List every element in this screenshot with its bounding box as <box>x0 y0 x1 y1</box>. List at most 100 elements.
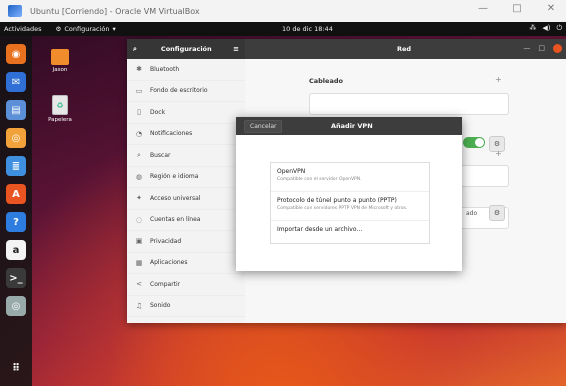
dialog-title: Añadir VPN <box>331 122 373 130</box>
panel-title: Red <box>397 45 412 53</box>
vpn-option-import-file[interactable]: Importar desde un archivo… <box>271 221 429 243</box>
sidebar-item-accessibility[interactable]: ✦ Acceso universal <box>127 188 245 210</box>
settings-headerbar: ⌕ Configuración ≡ Red — □ <box>127 39 566 59</box>
desktop-folder-jason[interactable]: Jason <box>40 49 80 73</box>
dock: ◉ ✉ ▤ ◎ ≣ A? a >_ ◎ ⠿ <box>0 36 32 386</box>
minimize-button[interactable]: — <box>523 44 530 53</box>
sidebar-item-label: Acceso universal <box>150 194 201 202</box>
close-button[interactable] <box>553 44 562 53</box>
sidebar-item-label: Compartir <box>150 280 181 288</box>
vpn-option-pptp[interactable]: Protocolo de túnel punto a punto (PPTP) … <box>271 192 429 221</box>
chevron-down-icon: ▾ <box>112 25 116 33</box>
proxy-state-text: ado <box>466 210 478 217</box>
region-icon: ◍ <box>135 172 143 181</box>
accessibility-icon: ✦ <box>136 194 142 203</box>
software-center-icon[interactable]: A <box>6 184 26 204</box>
files-icon[interactable]: ▤ <box>6 100 26 120</box>
thunderbird-icon[interactable]: ✉ <box>6 72 26 92</box>
cancel-button[interactable]: Cancelar <box>244 119 283 133</box>
sidebar-item-label: Fondo de escritorio <box>150 87 208 95</box>
sidebar-item-privacy[interactable]: ▣ Privacidad <box>127 231 245 253</box>
activities-button[interactable]: Actividades <box>4 25 42 33</box>
sidebar-item-share[interactable]: < Compartir <box>127 274 245 296</box>
online-accounts-icon: ◌ <box>135 215 143 224</box>
sidebar-item-label: Bluetooth <box>150 65 180 73</box>
wired-section-title: Cableado <box>309 77 343 85</box>
app-menu[interactable]: ⚙ Configuración ▾ <box>56 25 116 33</box>
close-button[interactable]: ✕ <box>542 3 560 14</box>
maximize-button[interactable]: □ <box>538 44 545 53</box>
power-icon[interactable]: ⏻ <box>556 24 562 33</box>
sidebar-item-background[interactable]: ▭ Fondo de escritorio <box>127 81 245 102</box>
vpn-option-openvpn[interactable]: OpenVPN Compatible con el servidor OpenV… <box>271 163 429 192</box>
sidebar-item-label: Buscar <box>150 151 171 159</box>
folder-icon <box>51 49 69 65</box>
terminal-icon[interactable]: >_ <box>6 268 26 288</box>
maximize-button[interactable]: □ <box>508 3 526 14</box>
virtualbox-titlebar: Ubuntu [Corriendo] - Oracle VM VirtualBo… <box>0 0 566 23</box>
gnome-top-bar: Actividades ⚙ Configuración ▾ 10 de dic … <box>0 22 566 36</box>
desktop-trash[interactable]: ♻ Papelera <box>40 95 80 123</box>
sound-icon: ♫ <box>135 301 143 310</box>
show-applications-icon[interactable]: ⠿ <box>6 358 26 378</box>
desktop-icon-label: Papelera <box>48 117 72 123</box>
clock[interactable]: 10 de dic 18:44 <box>282 25 333 33</box>
option-title: Protocolo de túnel punto a punto (PPTP) <box>277 197 397 204</box>
virtualbox-window-title: Ubuntu [Corriendo] - Oracle VM VirtualBo… <box>30 6 200 16</box>
sidebar-item-label: Privacidad <box>150 237 182 245</box>
add-vpn-button[interactable]: + <box>495 149 502 158</box>
sidebar-item-applications[interactable]: ▦ Aplicaciones <box>127 253 245 274</box>
app-menu-label: Configuración <box>64 25 110 33</box>
system-tray[interactable]: ⁂ ◀) ⏻ <box>529 24 562 33</box>
sidebar-item-label: Cuentas en línea <box>150 216 201 224</box>
rhythmbox-icon[interactable]: ◎ <box>6 128 26 148</box>
applications-icon: ▦ <box>135 258 143 267</box>
virtualbox-logo-icon <box>8 5 22 17</box>
wired-toggle[interactable] <box>463 137 485 148</box>
trash-icon: ♻ <box>52 95 68 115</box>
privacy-icon: ▣ <box>135 237 143 246</box>
proxy-settings-gear-icon[interactable]: ⚙ <box>489 205 505 221</box>
network-icon[interactable]: ⁂ <box>529 24 536 33</box>
vpn-options-list: OpenVPN Compatible con el servidor OpenV… <box>270 162 430 244</box>
sidebar-item-label: Aplicaciones <box>150 259 188 267</box>
notifications-icon: ◔ <box>135 129 143 138</box>
share-icon: < <box>136 280 142 289</box>
search-icon[interactable]: ⌕ <box>133 45 137 54</box>
sidebar-item-sound[interactable]: ♫ Sonido <box>127 296 245 317</box>
sidebar-item-label: Sonido <box>150 302 171 310</box>
sidebar-item-search[interactable]: ⌕ Buscar <box>127 145 245 167</box>
settings-sidebar: ✱ Bluetooth ▭ Fondo de escritorio ▯ Dock ◔ Noti… <box>127 59 246 323</box>
amazon-icon[interactable]: a <box>6 240 26 260</box>
wired-connection-row[interactable] <box>309 93 509 115</box>
sidebar-item-bluetooth[interactable]: ✱ Bluetooth <box>127 59 245 81</box>
sidebar-item-online-accounts[interactable]: ◌ Cuentas en línea <box>127 210 245 231</box>
option-description: Compatible con el servidor OpenVPN. <box>277 177 362 182</box>
sidebar-item-dock[interactable]: ▯ Dock <box>127 102 245 124</box>
gear-icon: ⚙ <box>55 25 62 33</box>
search-icon: ⌕ <box>137 150 141 159</box>
option-title: OpenVPN <box>277 168 306 175</box>
settings-title: Configuración <box>160 45 212 53</box>
add-vpn-dialog: Cancelar Añadir VPN OpenVPN Compatible c… <box>236 117 462 271</box>
desktop-icon-label: Jason <box>52 67 68 73</box>
firefox-icon[interactable]: ◉ <box>6 44 26 64</box>
sidebar-item-label: Dock <box>150 108 166 116</box>
volume-icon[interactable]: ◀) <box>542 24 550 33</box>
add-wired-button[interactable]: + <box>495 75 502 84</box>
bluetooth-icon: ✱ <box>136 65 142 74</box>
libreoffice-writer-icon[interactable]: ≣ <box>6 156 26 176</box>
sidebar-item-notifications[interactable]: ◔ Notificaciones <box>127 124 245 145</box>
dialog-headerbar: Cancelar Añadir VPN <box>236 117 462 135</box>
help-icon[interactable]: ? <box>6 212 26 232</box>
background-icon: ▭ <box>135 86 143 95</box>
dvd-icon[interactable]: ◎ <box>6 296 26 316</box>
hamburger-menu-icon[interactable]: ≡ <box>233 45 239 53</box>
sidebar-item-region[interactable]: ◍ Región e idioma <box>127 167 245 188</box>
minimize-button[interactable]: — <box>474 3 492 14</box>
dock-icon: ▯ <box>137 108 141 117</box>
option-title: Importar desde un archivo… <box>277 226 363 233</box>
option-description: Compatible con servidores PPTP VPN de Mi… <box>277 206 408 211</box>
sidebar-item-label: Notificaciones <box>150 130 193 138</box>
sidebar-item-label: Región e idioma <box>150 173 199 181</box>
